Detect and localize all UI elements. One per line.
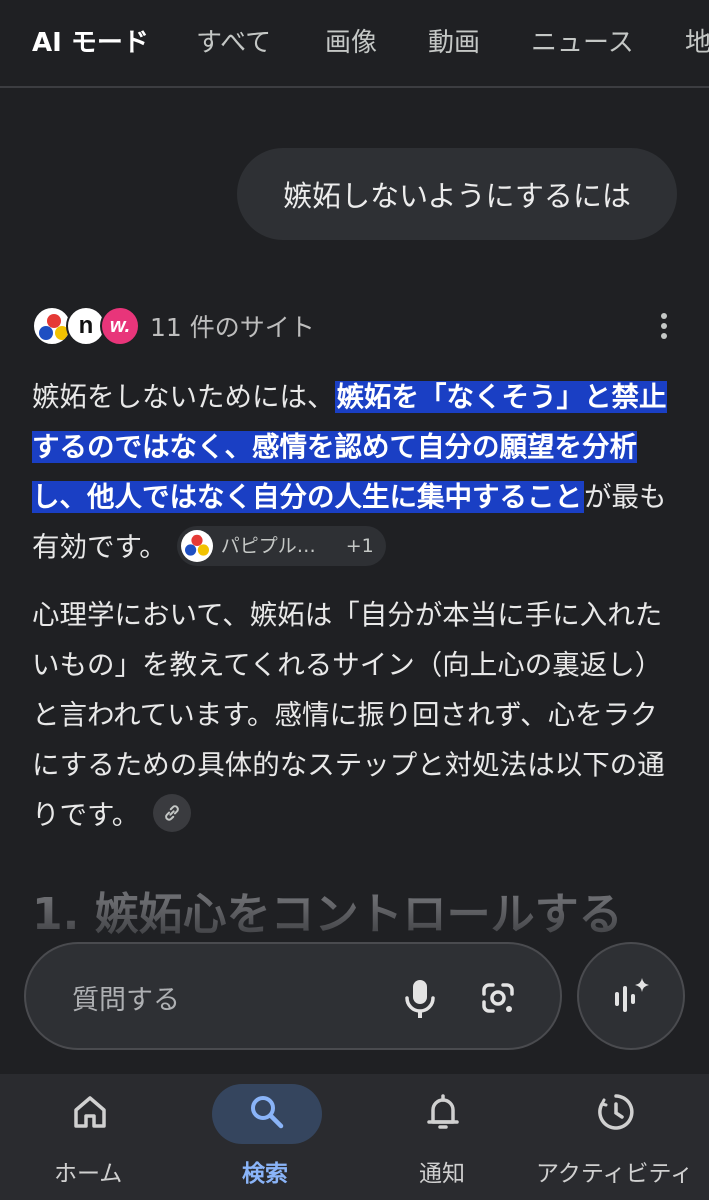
link-icon[interactable] [153, 794, 192, 832]
answer-detail: 心理学において、嫉妬は「自分が本当に手に入れたいもの」を教えてくれるサイン（向上… [32, 590, 672, 840]
search-icon [245, 1090, 289, 1134]
tab-all[interactable]: すべて [196, 22, 271, 59]
nav-search[interactable]: 検索 [212, 1074, 322, 1200]
ask-input-bar[interactable]: 質問する [24, 942, 562, 1050]
tab-news[interactable]: ニュース [531, 22, 634, 59]
more-options-icon[interactable] [659, 312, 669, 340]
w-site-icon: w. [100, 306, 140, 346]
answer-detail-text: 心理学において、嫉妬は「自分が本当に手に入れたいもの」を教えてくれるサイン（向上… [32, 599, 665, 831]
sources-count: 11 件のサイト [150, 313, 315, 342]
nav-notifications[interactable]: 通知 [393, 1074, 493, 1200]
search-tabs: AI モード すべて 画像 動画 ニュース 地 [0, 0, 709, 88]
user-query-bubble: 嫉妬しないようにするには [237, 148, 677, 240]
nav-home[interactable]: ホーム [40, 1074, 140, 1200]
nav-activity[interactable]: アクティビティ [532, 1074, 709, 1200]
activity-icon [594, 1090, 638, 1134]
ask-input-placeholder[interactable]: 質問する [72, 978, 180, 1017]
home-icon [68, 1090, 112, 1134]
papipuru-icon [180, 530, 213, 562]
nav-home-label: ホーム [54, 1161, 123, 1187]
source-icons: n w. [32, 304, 140, 348]
tab-images[interactable]: 画像 [325, 22, 377, 59]
sources-row[interactable]: n w. 11 件のサイト [32, 304, 677, 348]
answer-summary: 嫉妬をしないためには、嫉妬を「なくそう」と禁止するのではなく、感情を認めて自分の… [32, 372, 672, 572]
nav-search-label: 検索 [242, 1161, 288, 1187]
lens-camera-icon[interactable] [476, 974, 520, 1022]
bell-icon [421, 1090, 465, 1134]
citation-more: +1 [345, 535, 374, 557]
tab-maps[interactable]: 地 [685, 22, 709, 59]
answer-intro: 嫉妬をしないためには、 [32, 381, 335, 413]
nav-activity-label: アクティビティ [536, 1161, 694, 1187]
bottom-navigation: ホーム 検索 通知 アクティビティ [0, 1074, 709, 1200]
live-sparkle-icon [615, 978, 649, 1012]
mic-icon[interactable] [398, 974, 442, 1022]
citation-chip[interactable]: パピプル… +1 [176, 526, 386, 566]
nav-notifications-label: 通知 [419, 1161, 465, 1187]
tab-videos[interactable]: 動画 [428, 22, 480, 59]
citation-label: パピプル… [220, 535, 316, 557]
live-voice-button[interactable] [577, 942, 685, 1050]
user-query-text: 嫉妬しないようにするには [283, 179, 631, 213]
tab-ai-mode[interactable]: AI モード [32, 22, 149, 59]
